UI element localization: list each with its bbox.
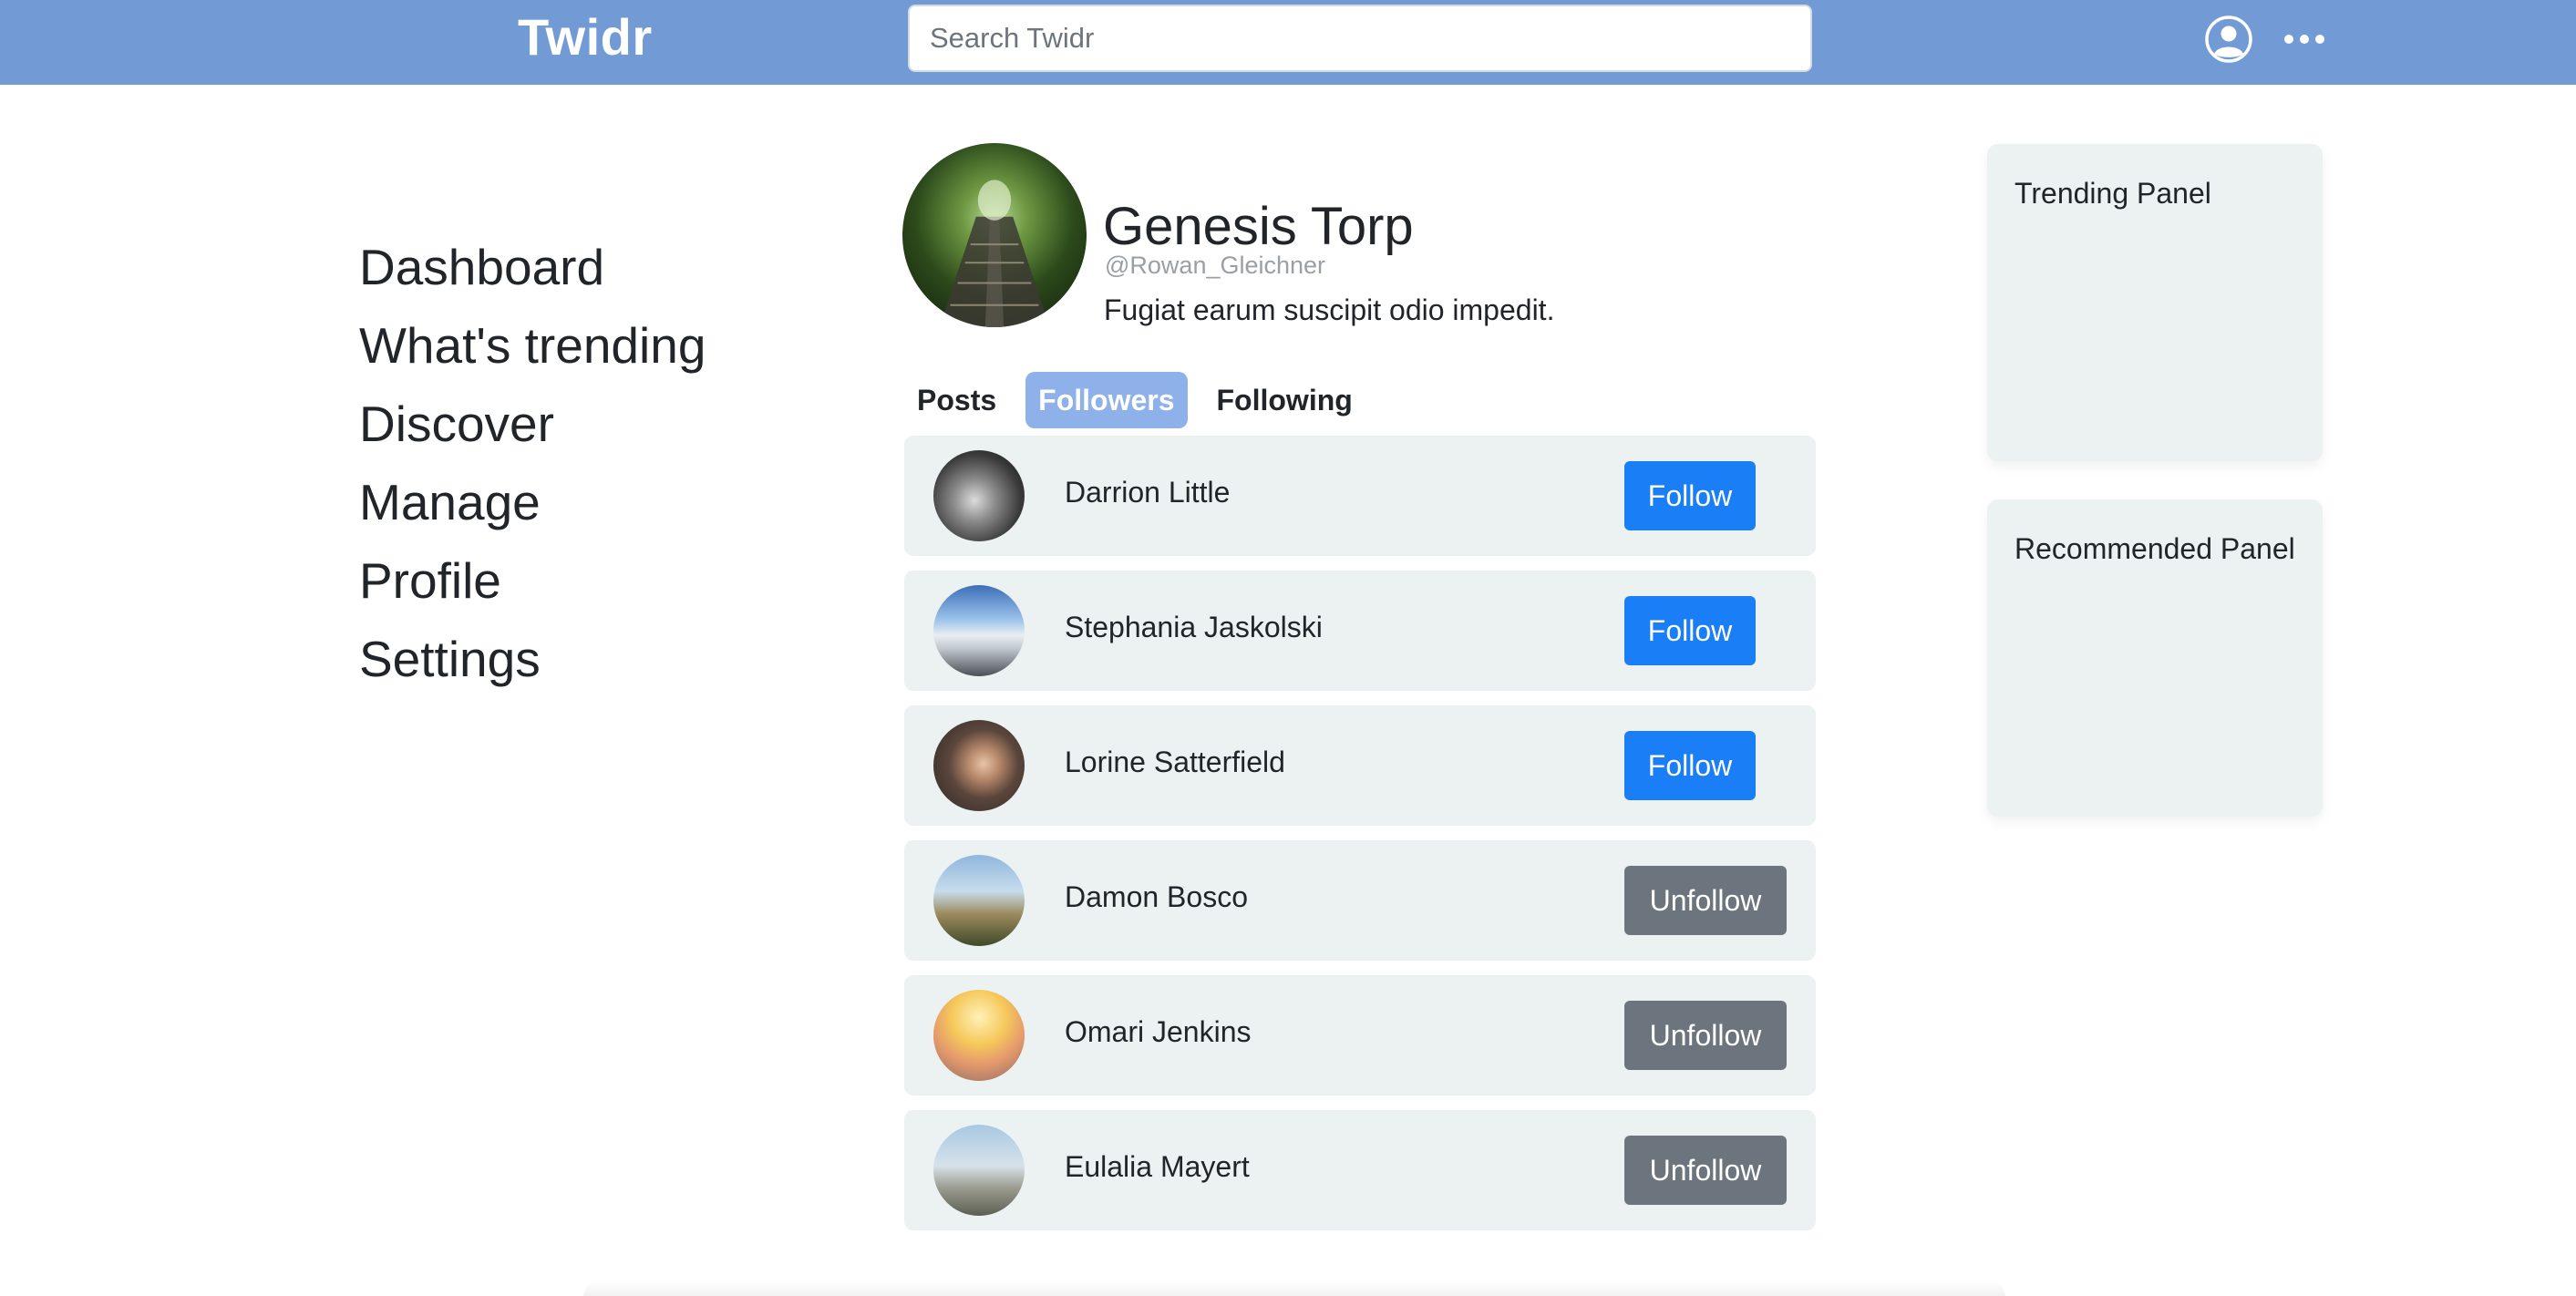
recommended-panel-title: Recommended Panel xyxy=(2014,532,2295,565)
trending-panel: Trending Panel xyxy=(1987,144,2323,461)
tab-followers[interactable]: Followers xyxy=(1025,372,1188,428)
user-name[interactable]: Lorine Satterfield xyxy=(1065,746,1285,779)
profile-handle: @Rowan_Gleichner xyxy=(1105,252,1326,279)
unfollow-button[interactable]: Unfollow xyxy=(1624,1001,1787,1070)
sidebar-item-manage[interactable]: Manage xyxy=(359,463,706,541)
top-navbar: Twidr xyxy=(0,0,2576,85)
profile-name: Genesis Torp xyxy=(1103,197,1414,256)
avatar[interactable] xyxy=(933,855,1025,946)
avatar[interactable] xyxy=(933,450,1025,541)
sidebar-item-whats-trending[interactable]: What's trending xyxy=(359,306,706,385)
unfollow-button[interactable]: Unfollow xyxy=(1624,866,1787,935)
sidebar-nav: Dashboard What's trending Discover Manag… xyxy=(359,228,706,698)
follow-button[interactable]: Follow xyxy=(1624,461,1756,530)
list-item: Eulalia Mayert Unfollow xyxy=(904,1110,1816,1230)
unfollow-button[interactable]: Unfollow xyxy=(1624,1136,1787,1205)
list-item: Stephania Jaskolski Follow xyxy=(904,571,1816,691)
user-name[interactable]: Omari Jenkins xyxy=(1065,1015,1252,1049)
follow-button[interactable]: Follow xyxy=(1624,731,1756,800)
followers-list: Darrion Little Follow Stephania Jaskolsk… xyxy=(904,436,1816,1245)
brand-logo[interactable]: Twidr xyxy=(518,7,653,67)
profile-avatar xyxy=(902,143,1087,327)
sidebar-item-profile[interactable]: Profile xyxy=(359,541,706,620)
recommended-panel: Recommended Panel xyxy=(1987,499,2323,817)
profile-bio: Fugiat earum suscipit odio impedit. xyxy=(1104,293,1555,326)
trending-panel-title: Trending Panel xyxy=(2014,177,2211,210)
list-item: Damon Bosco Unfollow xyxy=(904,840,1816,961)
user-name[interactable]: Eulalia Mayert xyxy=(1065,1150,1250,1184)
avatar[interactable] xyxy=(933,720,1025,811)
sidebar-item-dashboard[interactable]: Dashboard xyxy=(359,228,706,306)
tab-following[interactable]: Following xyxy=(1204,372,1365,428)
list-item: Darrion Little Follow xyxy=(904,436,1816,556)
tab-posts[interactable]: Posts xyxy=(904,372,1009,428)
content-shadow xyxy=(583,1281,2005,1296)
sidebar-item-settings[interactable]: Settings xyxy=(359,620,706,698)
user-name[interactable]: Damon Bosco xyxy=(1065,880,1248,914)
more-horizontal-icon[interactable] xyxy=(2282,24,2326,55)
follow-button[interactable]: Follow xyxy=(1624,596,1756,665)
avatar[interactable] xyxy=(933,585,1025,676)
avatar[interactable] xyxy=(933,1125,1025,1216)
profile-tabs: Posts Followers Following xyxy=(904,372,1382,428)
search-input[interactable] xyxy=(908,5,1812,72)
user-name[interactable]: Darrion Little xyxy=(1065,476,1230,509)
avatar[interactable] xyxy=(933,990,1025,1081)
list-item: Omari Jenkins Unfollow xyxy=(904,975,1816,1095)
user-name[interactable]: Stephania Jaskolski xyxy=(1065,611,1323,644)
sidebar-item-discover[interactable]: Discover xyxy=(359,385,706,463)
account-circle-icon[interactable] xyxy=(2204,15,2253,64)
list-item: Lorine Satterfield Follow xyxy=(904,705,1816,826)
